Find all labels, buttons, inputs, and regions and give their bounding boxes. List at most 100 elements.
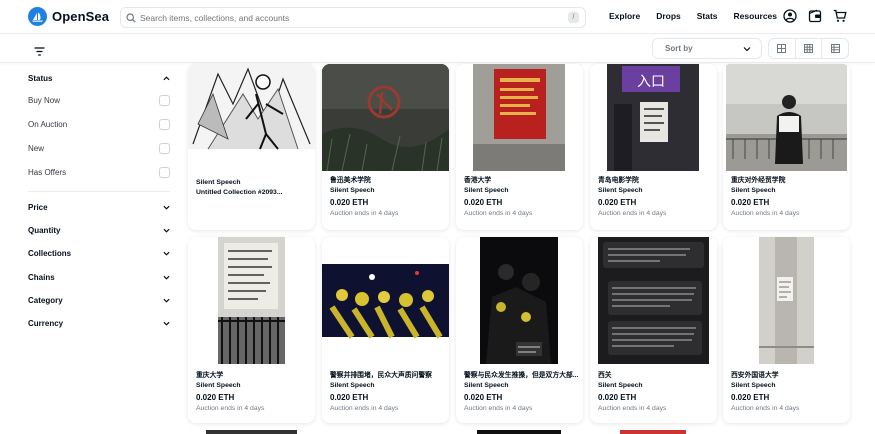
nft-title: Silent Speech [196, 179, 241, 186]
nft-card[interactable]: 西安外国语大学 Silent Speech 0.020 ETH Auction … [723, 237, 850, 423]
view-mode-toggle [768, 38, 849, 59]
nav-resources[interactable]: Resources [734, 11, 777, 21]
nft-collection: Silent Speech [330, 186, 375, 194]
profile-icon[interactable] [783, 9, 797, 23]
next-row-image-peek [477, 430, 561, 434]
status-option-has-offers[interactable]: Has Offers [28, 160, 170, 184]
auction-status: Auction ends in 4 days [598, 209, 667, 217]
auction-status: Auction ends in 4 days [464, 209, 533, 217]
nav-stats[interactable]: Stats [697, 11, 718, 21]
status-filter-header[interactable]: Status [28, 68, 170, 88]
nft-image [322, 64, 449, 171]
nft-image [322, 237, 449, 364]
nft-card-info: 西安外国语大学 Silent Speech 0.020 ETH Auction … [731, 371, 846, 413]
small-grid-view-button[interactable] [796, 39, 823, 58]
section-label: Collections [28, 249, 72, 259]
nav-drops[interactable]: Drops [656, 11, 681, 21]
nft-image: 入口 [590, 64, 717, 171]
auction-status: Auction ends in 4 days [598, 404, 667, 412]
nft-price: 0.020 ETH [464, 197, 503, 207]
nft-card[interactable]: 香港大学 Silent Speech 0.020 ETH Auction end… [456, 64, 583, 230]
nft-card[interactable]: 警察与民众发生推搡，但是双方大部... Silent Speech 0.020 … [456, 237, 583, 423]
account-icons [783, 9, 847, 23]
nft-title: 青岛电影学院 [598, 177, 639, 184]
filter-section-price[interactable]: Price [28, 196, 170, 219]
nft-collection: Silent Speech [598, 186, 643, 194]
main-nav: Explore Drops Stats Resources [609, 11, 793, 21]
nft-card[interactable]: 西关 Silent Speech 0.020 ETH Auction ends … [590, 237, 717, 423]
nft-price: 0.020 ETH [731, 197, 770, 207]
buy-now-checkbox[interactable] [159, 94, 170, 106]
nft-card[interactable]: 重庆大学 Silent Speech 0.020 ETH Auction end… [188, 237, 315, 423]
top-navigation-bar: OpenSea / Explore Drops Stats Resources [0, 0, 875, 34]
status-option-buy-now[interactable]: Buy Now [28, 88, 170, 112]
nav-explore[interactable]: Explore [609, 11, 640, 21]
opensea-logo[interactable]: OpenSea [28, 7, 109, 26]
nft-image [723, 237, 850, 364]
nft-price: 0.020 ETH [330, 197, 369, 207]
nft-price: 0.020 ETH [330, 392, 369, 402]
wallet-icon[interactable] [808, 9, 822, 23]
option-label: On Auction [28, 119, 68, 129]
chevron-down-icon [163, 229, 170, 233]
filter-section-chains[interactable]: Chains [28, 266, 170, 289]
nft-title: 西关 [598, 372, 612, 379]
nft-card-info: 青岛电影学院 Silent Speech 0.020 ETH Auction e… [598, 176, 713, 218]
large-grid-view-button[interactable] [769, 39, 796, 58]
auction-status: Auction ends in 4 days [330, 209, 399, 217]
chevron-down-icon [163, 275, 170, 280]
auction-status: Auction ends in 4 days [464, 404, 533, 412]
list-view-button[interactable] [822, 39, 848, 58]
nft-image [188, 64, 315, 171]
next-row-image-peek [620, 430, 686, 434]
small-grid-icon [804, 44, 813, 53]
nft-card-info: 重庆大学 Silent Speech 0.020 ETH Auction end… [196, 371, 311, 413]
sort-dropdown[interactable]: Sort by [652, 38, 762, 59]
nft-price: 0.020 ETH [196, 392, 235, 402]
nft-card[interactable]: Silent Speech Untitled Collection #2093.… [188, 64, 315, 230]
nft-price: 0.020 ETH [464, 392, 503, 402]
chevron-down-icon [163, 298, 170, 303]
nft-image [723, 64, 850, 171]
chevron-down-icon [743, 47, 751, 52]
filter-section-collections[interactable]: Collections [28, 242, 170, 265]
nft-card[interactable]: 入口 青岛电影学院 Silent Speech 0.020 ETH Auctio… [590, 64, 717, 230]
nft-card-info: 西关 Silent Speech 0.020 ETH Auction ends … [598, 371, 713, 413]
on-auction-checkbox[interactable] [159, 118, 170, 130]
nft-title: 重庆大学 [196, 372, 224, 379]
nft-image [590, 237, 717, 364]
status-option-on-auction[interactable]: On Auction [28, 112, 170, 136]
brand-name: OpenSea [52, 9, 110, 24]
has-offers-checkbox[interactable] [159, 166, 170, 178]
status-option-new[interactable]: New [28, 136, 170, 160]
chevron-up-icon [163, 75, 170, 80]
nft-collection: Silent Speech [731, 186, 776, 194]
search-input[interactable] [140, 12, 560, 23]
nft-collection: Untitled Collection #2093... [196, 188, 283, 196]
filter-sidebar: Status Buy Now On Auction New Has Offers… [28, 64, 170, 335]
cart-icon[interactable] [833, 9, 847, 23]
section-label: Currency [28, 319, 64, 329]
large-grid-icon [777, 44, 787, 53]
nft-collection: Silent Speech [731, 381, 776, 389]
search-bar[interactable]: / [120, 7, 586, 28]
new-checkbox[interactable] [159, 142, 170, 154]
filter-section-currency[interactable]: Currency [28, 312, 170, 335]
section-label: Quantity [28, 226, 61, 236]
nft-card[interactable]: 重庆对外经贸学院 Silent Speech 0.020 ETH Auction… [723, 64, 850, 230]
filter-section-category[interactable]: Category [28, 289, 170, 312]
opensea-logo-icon [28, 7, 47, 26]
nft-title: 重庆对外经贸学院 [731, 177, 786, 184]
nft-card[interactable]: 鲁迅美术学院 Silent Speech 0.020 ETH Auction e… [322, 64, 449, 230]
nft-collection: Silent Speech [330, 381, 375, 389]
filter-icon[interactable] [34, 43, 45, 61]
auction-status: Auction ends in 4 days [731, 209, 800, 217]
nft-image [188, 237, 315, 364]
filter-section-quantity[interactable]: Quantity [28, 219, 170, 242]
option-label: New [28, 143, 45, 153]
nft-card[interactable]: 警察并排围堵，民众大声质问警察 Silent Speech 0.020 ETH … [322, 237, 449, 423]
nft-collection: Silent Speech [464, 186, 509, 194]
auction-status: Auction ends in 4 days [330, 404, 399, 412]
nft-card-info: 警察并排围堵，民众大声质问警察 Silent Speech 0.020 ETH … [330, 371, 445, 413]
nft-image [456, 64, 583, 171]
